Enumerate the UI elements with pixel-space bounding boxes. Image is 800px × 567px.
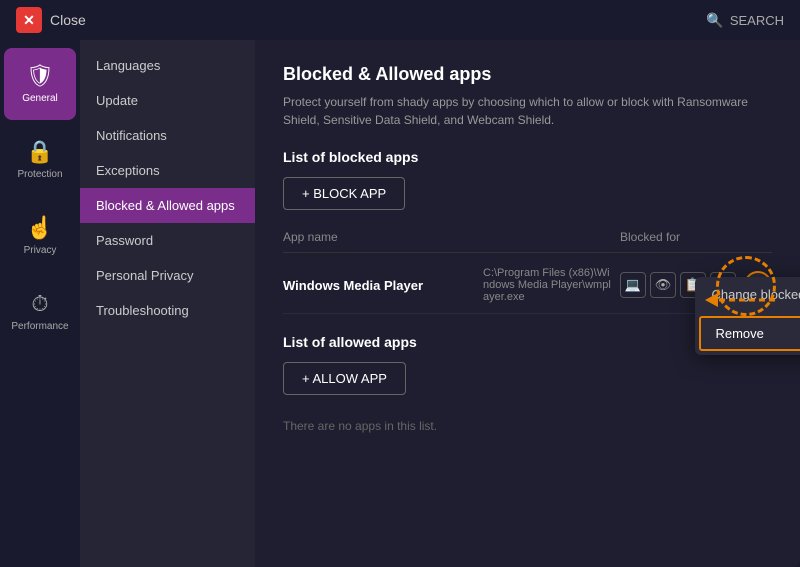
panel-title: Blocked & Allowed apps: [283, 64, 772, 85]
sidebar-item-general[interactable]: 🛡 General: [4, 48, 76, 120]
privacy-label: Privacy: [24, 245, 57, 256]
allow-app-button[interactable]: + ALLOW APP: [283, 362, 406, 395]
title-bar: ✕ Close 🔍 SEARCH: [0, 0, 800, 40]
settings-item-exceptions[interactable]: Exceptions: [80, 153, 255, 188]
no-apps-text: There are no apps in this list.: [283, 419, 772, 433]
options-dropdown: Change blocked features Remove: [695, 277, 800, 355]
ransomware-shield-icon: 💻: [620, 272, 646, 298]
protection-label: Protection: [17, 169, 62, 180]
settings-item-update[interactable]: Update: [80, 83, 255, 118]
panel-description: Protect yourself from shady apps by choo…: [283, 93, 772, 129]
col-header-blocked-for: Blocked for: [612, 230, 772, 244]
main-content: 🛡 General 🔒 Protection ☝ Privacy ⏱ Perfo…: [0, 40, 800, 567]
settings-item-personal-privacy[interactable]: Personal Privacy: [80, 258, 255, 293]
col-header-app-name: App name: [283, 230, 483, 244]
search-label: SEARCH: [730, 13, 784, 28]
sidebar-item-privacy[interactable]: ☝ Privacy: [4, 200, 76, 272]
search-area[interactable]: 🔍 SEARCH: [706, 12, 784, 29]
performance-label: Performance: [11, 321, 68, 332]
settings-item-notifications[interactable]: Notifications: [80, 118, 255, 153]
settings-item-languages[interactable]: Languages: [80, 48, 255, 83]
settings-item-password[interactable]: Password: [80, 223, 255, 258]
app-name-cell: Windows Media Player: [283, 278, 483, 293]
close-button[interactable]: ✕: [16, 7, 42, 33]
settings-item-troubleshooting[interactable]: Troubleshooting: [80, 293, 255, 328]
privacy-icon: ☝: [26, 217, 53, 239]
table-header: App name Blocked for: [283, 226, 772, 253]
icon-sidebar: 🛡 General 🔒 Protection ☝ Privacy ⏱ Perfo…: [0, 40, 80, 567]
blocked-section-title: List of blocked apps: [283, 149, 772, 165]
protection-icon: 🔒: [26, 141, 53, 163]
remove-item[interactable]: Remove: [699, 316, 800, 351]
data-shield-icon: 👁: [650, 272, 676, 298]
table-row: Windows Media Player C:\Program Files (x…: [283, 257, 772, 314]
main-panel: Blocked & Allowed apps Protect yourself …: [255, 40, 800, 567]
performance-icon: ⏱: [31, 293, 48, 315]
general-label: General: [22, 93, 58, 104]
window-title: Close: [50, 12, 86, 28]
path-cell: C:\Program Files (x86)\Windows Media Pla…: [483, 267, 612, 303]
general-icon: 🛡: [26, 65, 54, 87]
icons-cell: 💻 👁 📋 🎥 ··· Change blocked features Remo…: [612, 271, 772, 299]
block-app-button[interactable]: + BLOCK APP: [283, 177, 405, 210]
sidebar-item-performance[interactable]: ⏱ Performance: [4, 276, 76, 348]
title-bar-left: ✕ Close: [16, 7, 86, 33]
search-icon: 🔍: [706, 12, 723, 29]
sidebar-item-protection[interactable]: 🔒 Protection: [4, 124, 76, 196]
change-blocked-features-item[interactable]: Change blocked features: [695, 277, 800, 312]
app-window: ✕ Close 🔍 SEARCH 🛡 General 🔒 Protection …: [0, 0, 800, 567]
settings-sidebar: Languages Update Notifications Exception…: [80, 40, 255, 567]
settings-item-blocked-allowed[interactable]: Blocked & Allowed apps: [80, 188, 255, 223]
